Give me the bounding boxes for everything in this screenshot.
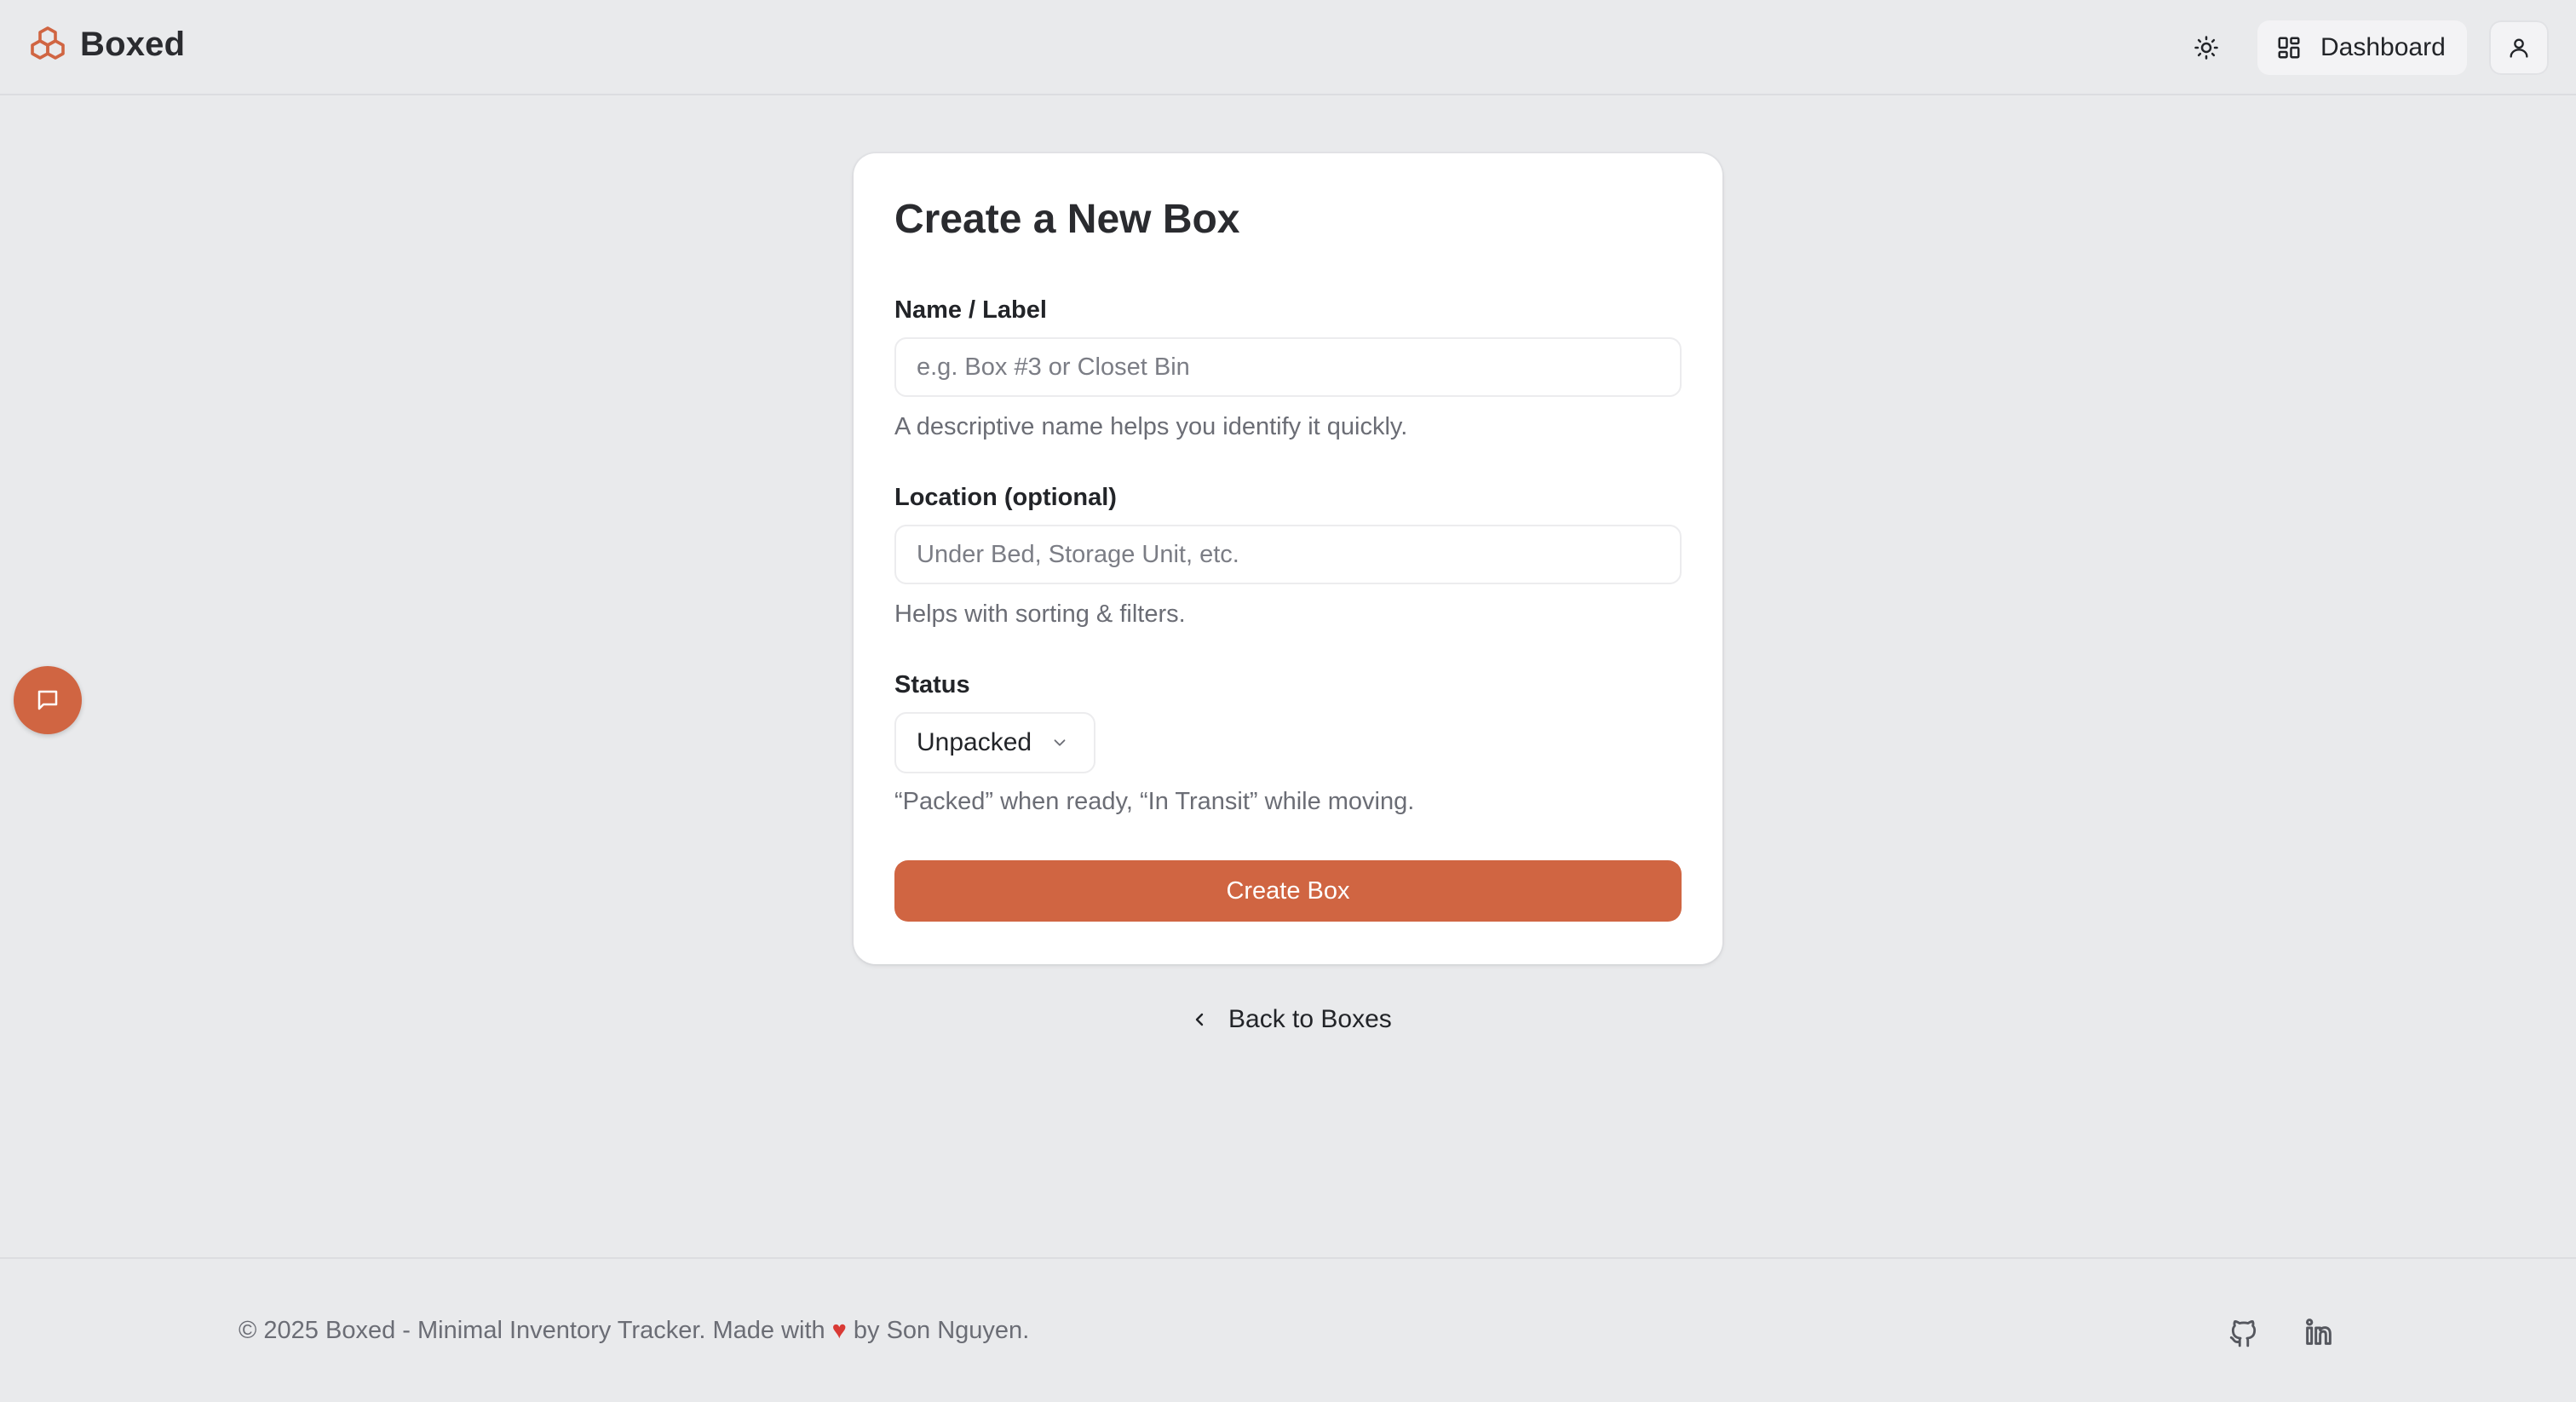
dashboard-label: Dashboard xyxy=(2320,33,2446,61)
linkedin-link[interactable] xyxy=(2298,1312,2339,1353)
chevron-left-icon xyxy=(1195,1013,1204,1026)
create-box-card: Create a New Box Name / Label A descript… xyxy=(854,153,1722,964)
dashboard-grid-icon xyxy=(2278,37,2300,59)
location-label: Location (optional) xyxy=(894,484,1117,511)
dashboard-button[interactable]: Dashboard xyxy=(2257,20,2467,75)
back-to-boxes-link[interactable]: Back to Boxes xyxy=(1189,1005,1392,1034)
footer-text: © 2025 Boxed - Minimal Inventory Tracker… xyxy=(239,1317,1029,1345)
theme-toggle-button[interactable] xyxy=(2184,26,2228,70)
github-icon xyxy=(2229,1320,2257,1347)
status-select[interactable]: Unpacked xyxy=(894,712,1095,773)
footer: © 2025 Boxed - Minimal Inventory Tracker… xyxy=(0,1257,2576,1402)
heart-icon: ♥ xyxy=(831,1317,847,1344)
name-label: Name / Label xyxy=(894,296,1047,324)
top-navbar: Boxed Dashboard xyxy=(0,0,2576,95)
chevron-down-icon xyxy=(1054,739,1066,746)
user-icon xyxy=(2510,38,2528,58)
location-help: Helps with sorting & filters. xyxy=(894,600,1186,628)
boxes-logo-icon xyxy=(31,26,65,60)
page-title: Create a New Box xyxy=(894,197,1240,242)
chat-icon xyxy=(37,690,58,710)
status-help: “Packed” when ready, “In Transit” while … xyxy=(894,788,1415,815)
brand-link[interactable]: Boxed xyxy=(27,24,185,65)
github-link[interactable] xyxy=(2223,1312,2264,1353)
name-input[interactable] xyxy=(894,337,1682,397)
footer-copyright: © 2025 Boxed - Minimal Inventory Tracker… xyxy=(239,1317,825,1344)
location-input[interactable] xyxy=(894,525,1682,584)
status-label: Status xyxy=(894,671,970,698)
user-menu-button[interactable] xyxy=(2489,20,2549,75)
name-help: A descriptive name helps you identify it… xyxy=(894,413,1408,440)
chat-fab-button[interactable] xyxy=(14,666,82,734)
status-value: Unpacked xyxy=(917,728,1032,756)
create-box-button[interactable]: Create Box xyxy=(894,860,1682,922)
footer-author: by Son Nguyen. xyxy=(853,1317,1030,1344)
back-link-label: Back to Boxes xyxy=(1228,1005,1392,1033)
sun-icon xyxy=(2194,36,2218,60)
linkedin-icon xyxy=(2306,1319,2332,1345)
brand-name: Boxed xyxy=(80,25,186,63)
